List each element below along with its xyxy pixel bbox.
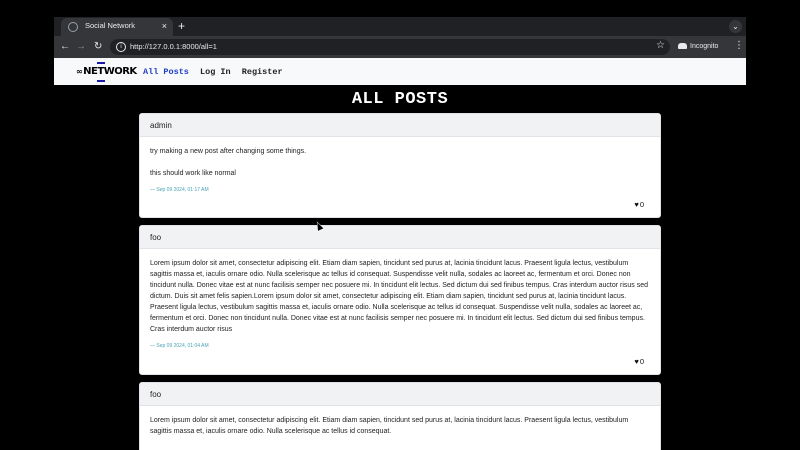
post-body: Lorem ipsum dolor sit amet, consectetur … — [140, 406, 660, 437]
like-button[interactable]: ♥0 — [634, 200, 644, 209]
like-count: 0 — [639, 357, 644, 366]
info-icon[interactable]: i — [116, 42, 126, 52]
post-timestamp: — Sep 09 2024, 01:04 AM — [150, 343, 209, 349]
post-text: Lorem ipsum dolor sit amet, consectetur … — [150, 260, 649, 333]
browser-toolbar: ← → ↻ i http://127.0.0.1:8000/all=1 — [54, 36, 746, 58]
back-button[interactable]: ← — [60, 40, 70, 54]
post-text: try making a new post after changing som… — [150, 148, 307, 155]
brand-accent-bottom — [97, 80, 105, 82]
tab-social-network[interactable]: Social Network × — [61, 18, 173, 36]
heart-icon: ♥ — [634, 357, 639, 366]
incognito-indicator[interactable]: Incognito — [678, 40, 718, 54]
post-author[interactable]: foo — [140, 226, 660, 249]
link-icon: ∞ — [76, 67, 83, 76]
menu-icon[interactable]: ⋮ — [734, 40, 744, 52]
nav-all-posts[interactable]: All Posts — [143, 67, 189, 77]
page-title: ALL POSTS — [351, 90, 449, 109]
post-author[interactable]: foo — [140, 383, 660, 406]
brand-logo[interactable]: ∞NETWORK — [76, 66, 137, 77]
like-button[interactable]: ♥0 — [634, 357, 644, 366]
browser-window: Social Network × + ⌄ ← → ↻ i http://127.… — [54, 17, 746, 450]
post-text: this should work like normal — [150, 170, 236, 177]
site-navbar: ∞NETWORK All Posts Log In Register — [54, 58, 746, 85]
post-card: admin try making a new post after changi… — [139, 113, 661, 218]
url-text[interactable]: http://127.0.0.1:8000/all=1 — [130, 42, 217, 51]
tab-strip: Social Network × + ⌄ — [54, 17, 746, 36]
post-card: foo Lorem ipsum dolor sit amet, consecte… — [139, 225, 661, 375]
post-body: try making a new post after changing som… — [140, 137, 660, 196]
post-body: Lorem ipsum dolor sit amet, consectetur … — [140, 249, 660, 352]
close-icon[interactable]: × — [162, 20, 167, 32]
chevron-down-icon[interactable]: ⌄ — [729, 20, 742, 33]
post-timestamp: — Sep 09 2024, 01:17 AM — [150, 187, 209, 193]
address-bar[interactable]: i http://127.0.0.1:8000/all=1 — [110, 39, 670, 55]
tab-title: Social Network — [85, 21, 136, 30]
like-count: 0 — [639, 200, 644, 209]
page-content: ∞NETWORK All Posts Log In Register ALL P… — [54, 58, 746, 450]
brand-text: NETWORK — [83, 66, 137, 77]
incognito-icon — [678, 43, 687, 50]
post-text: Lorem ipsum dolor sit amet, consectetur … — [150, 417, 629, 435]
new-tab-button[interactable]: + — [178, 19, 185, 33]
nav-log-in[interactable]: Log In — [200, 67, 231, 77]
heart-icon: ♥ — [634, 200, 639, 209]
bookmark-star-icon[interactable]: ☆ — [656, 40, 665, 52]
reload-button[interactable]: ↻ — [94, 40, 102, 54]
nav-links: All Posts Log In Register — [143, 67, 289, 77]
post-author[interactable]: admin — [140, 114, 660, 137]
globe-icon — [68, 22, 78, 32]
post-card: foo Lorem ipsum dolor sit amet, consecte… — [139, 382, 661, 450]
forward-button[interactable]: → — [76, 40, 86, 54]
nav-register[interactable]: Register — [242, 67, 283, 77]
incognito-label: Incognito — [690, 43, 719, 50]
brand-accent-top — [97, 62, 105, 64]
